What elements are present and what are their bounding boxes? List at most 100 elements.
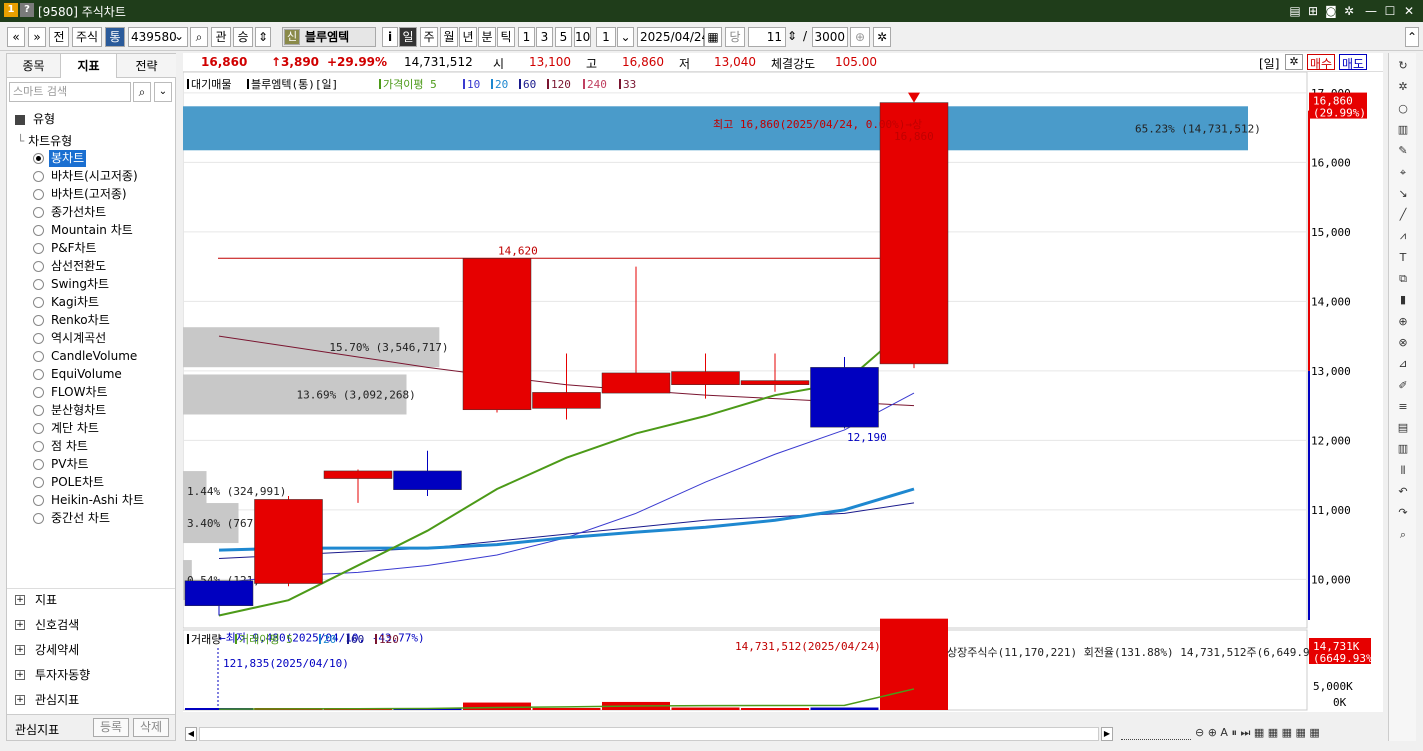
calendar-icon[interactable]: ▦ (704, 27, 722, 47)
radio-icon[interactable] (33, 333, 44, 344)
help-icon[interactable]: ? (20, 3, 34, 17)
period-5-button[interactable]: 틱 (497, 27, 515, 47)
sell-button[interactable]: 매도 (1339, 54, 1367, 71)
gear-icon[interactable]: ✲ (1393, 78, 1413, 96)
radio-icon[interactable] (33, 171, 44, 182)
gear-icon[interactable]: ✲ (1340, 2, 1358, 20)
radio-icon[interactable] (33, 279, 44, 290)
expand-icon[interactable]: + (15, 645, 25, 655)
info-button[interactable]: i (382, 27, 398, 47)
period-2-button[interactable]: 월 (440, 27, 458, 47)
period-3-button[interactable]: 년 (459, 27, 477, 47)
smart-search-input[interactable]: 스마트 검색 (9, 82, 131, 102)
minimize-icon[interactable]: — (1362, 2, 1380, 20)
n-input[interactable]: 11 (748, 27, 786, 47)
scroll-track[interactable] (199, 727, 1099, 741)
shape-icon[interactable]: ⧉ (1393, 270, 1413, 288)
circle-icon[interactable]: ○ (1393, 100, 1413, 118)
radio-icon[interactable] (33, 423, 44, 434)
subgroup-chart-type[interactable]: └ 차트유형 (17, 132, 72, 149)
text-icon[interactable]: T (1393, 249, 1413, 267)
interval-1-button[interactable]: 1 (518, 27, 535, 47)
interval-3-button[interactable]: 3 (536, 27, 553, 47)
chevron-down-icon[interactable]: ⌄ (617, 27, 634, 47)
bar-chart-icon[interactable]: ▥ (1393, 121, 1413, 139)
chart-area[interactable]: 17,00016,00015,00014,00013,00012,00011,0… (182, 71, 1383, 725)
spin-icon[interactable]: ⇕ (255, 27, 271, 47)
radio-icon[interactable] (33, 477, 44, 488)
redo-icon[interactable]: ↷ (1393, 504, 1413, 522)
radio-icon[interactable] (33, 243, 44, 254)
radio-icon[interactable] (33, 369, 44, 380)
search-icon[interactable]: ⌕ (133, 82, 151, 102)
maximize-icon[interactable]: ☐ (1381, 2, 1399, 20)
chart-controls[interactable]: ⊖ ⊕ A ⏸ ⏭ ▦ ▦ ▦ ▦ ▦ (1195, 726, 1320, 740)
link-icon[interactable]: ⊞ (1304, 2, 1322, 20)
tab-strategy[interactable]: 전략 (117, 54, 176, 78)
spin-icon[interactable]: ⇕ (786, 27, 798, 47)
expand-icon[interactable]: + (15, 620, 25, 630)
chevron-up-icon[interactable]: ⌃ (1405, 27, 1419, 47)
chevron-down-icon[interactable]: ⌄ (154, 82, 172, 102)
lines-icon[interactable]: ▥ (1393, 440, 1413, 458)
period-4-button[interactable]: 분 (478, 27, 496, 47)
date-input[interactable]: 2025/04/24 (637, 27, 709, 47)
interval-5-button[interactable]: 5 (555, 27, 572, 47)
radio-icon[interactable] (33, 387, 44, 398)
auto-icon[interactable]: ⩘ (1393, 227, 1413, 245)
close-icon[interactable]: ✕ (1400, 2, 1418, 20)
radio-icon[interactable] (33, 315, 44, 326)
expand-icon[interactable]: + (15, 595, 25, 605)
radio-icon[interactable] (33, 513, 44, 524)
undo-icon[interactable]: ↶ (1393, 483, 1413, 501)
period-1-button[interactable]: 주 (420, 27, 438, 47)
radio-icon[interactable] (33, 189, 44, 200)
chevron-down-icon[interactable]: ⌄ (171, 27, 187, 47)
gear-icon[interactable]: ✲ (873, 27, 891, 47)
pattern-icon[interactable]: ⊿ (1393, 355, 1413, 373)
tab-stocks[interactable]: 종목 (7, 54, 61, 78)
radio-icon[interactable] (33, 495, 44, 506)
expand-icon[interactable]: + (15, 695, 25, 705)
expand-icon[interactable]: + (15, 670, 25, 680)
tong-button[interactable]: 통 (105, 27, 125, 47)
zoom-in-icon[interactable]: ⊕ (1393, 313, 1413, 331)
seung-button[interactable]: 승 (233, 27, 253, 47)
camera-icon[interactable]: ◙ (1322, 2, 1340, 20)
radio-icon[interactable] (33, 261, 44, 272)
candle-icon[interactable]: ▮ (1393, 291, 1413, 309)
jeon-button[interactable]: 전 (49, 27, 69, 47)
tab-indicators[interactable]: 지표 (61, 54, 117, 78)
stock-type-button[interactable]: 주식 (72, 27, 102, 47)
radio-icon[interactable] (33, 351, 44, 362)
nav-dropdown-button[interactable]: » (28, 27, 46, 47)
cursor-icon[interactable]: ↘ (1393, 185, 1413, 203)
fib-icon[interactable]: ≡ (1393, 398, 1413, 416)
vlines-icon[interactable]: ⦀ (1393, 462, 1413, 480)
period-0-button[interactable]: 일 (399, 27, 417, 47)
gwan-button[interactable]: 관 (211, 27, 231, 47)
refresh-icon[interactable]: ↻ (1393, 57, 1413, 75)
search-icon[interactable]: ⌕ (1393, 526, 1413, 544)
buy-button[interactable]: 매수 (1307, 54, 1335, 71)
zoom-slider[interactable] (1121, 728, 1191, 740)
radio-icon[interactable] (33, 405, 44, 416)
register-button[interactable]: 등록 (93, 718, 129, 737)
scroll-left-icon[interactable]: ◀ (185, 727, 197, 741)
dang-button[interactable]: 당 (725, 27, 745, 47)
max-input[interactable]: 3000 (812, 27, 848, 47)
radio-icon[interactable] (33, 207, 44, 218)
search-icon[interactable]: ⌕ (190, 27, 208, 47)
zoom-region-icon[interactable]: ⊗ (1393, 334, 1413, 352)
menu-icon[interactable]: 1 (4, 3, 18, 17)
zoom-icon[interactable]: ⊕ (850, 27, 870, 47)
gear-icon[interactable]: ✲ (1285, 54, 1303, 70)
grid-icon[interactable]: ▤ (1393, 419, 1413, 437)
radio-icon[interactable] (33, 441, 44, 452)
pencil-icon[interactable]: ✎ (1393, 142, 1413, 160)
radio-icon[interactable] (33, 297, 44, 308)
draw-icon[interactable]: ✐ (1393, 377, 1413, 395)
interval-10-button[interactable]: 10 (574, 27, 591, 47)
radio-icon[interactable] (33, 153, 44, 164)
scroll-right-icon[interactable]: ▶ (1101, 727, 1113, 741)
